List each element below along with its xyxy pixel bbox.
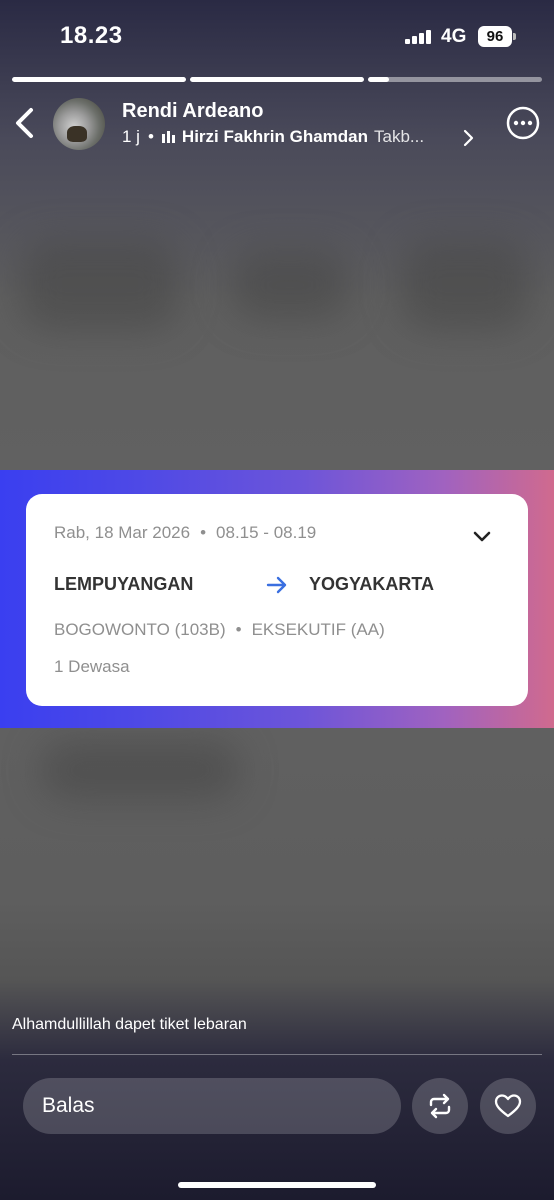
ticket-time: 08.15 - 08.19 [216, 523, 317, 542]
blurred-background [400, 240, 530, 330]
train-separator: • [235, 620, 242, 639]
date-separator: • [200, 523, 207, 542]
story-caption: Alhamdullillah dapet tiket lebaran [12, 1016, 247, 1033]
status-time: 18.23 [60, 22, 123, 49]
meta-separator: • [147, 127, 154, 146]
network-type: 4G [441, 26, 467, 47]
battery-tip [513, 33, 516, 40]
status-bar: 18.23 4G 96 [0, 0, 554, 70]
reply-input[interactable] [23, 1078, 401, 1134]
story-progress-fill [190, 77, 364, 82]
story-progress-2 [190, 77, 364, 82]
story-screen: 18.23 4G 96 Rendi Ardeano 1 j • Hirzi Fakh… [0, 0, 554, 1200]
blurred-background [20, 240, 180, 330]
ticket-train-info: BOGOWONTO (103B) • EKSEKUTIF (AA) [54, 620, 385, 640]
story-progress-fill [12, 77, 186, 82]
audio-bars-icon [161, 131, 175, 143]
home-indicator[interactable] [178, 1182, 376, 1188]
blurred-background [230, 250, 350, 320]
battery-icon: 96 [478, 26, 512, 47]
chevron-right-icon[interactable] [462, 128, 476, 148]
blurred-background [40, 740, 240, 800]
repost-button[interactable] [412, 1078, 468, 1134]
ticket-passengers: 1 Dewasa [54, 657, 130, 676]
ticket-card: Rab, 18 Mar 2026 • 08.15 - 08.19 LEMPUYANG… [26, 494, 528, 706]
username[interactable]: Rendi Ardeano [122, 100, 264, 123]
story-meta[interactable]: 1 j • Hirzi Fakhrin Ghamdan Takb... [122, 127, 424, 147]
ticket-origin: LEMPUYANGAN [54, 574, 194, 594]
chevron-down-icon [473, 531, 491, 542]
ticket-date: Rab, 18 Mar 2026 [54, 523, 191, 542]
story-header: Rendi Ardeano 1 j • Hirzi Fakhrin Ghamdan T… [0, 92, 554, 162]
story-progress-1 [12, 77, 186, 82]
signal-icon [405, 28, 435, 44]
ticket-train: BOGOWONTO (103B) [54, 620, 226, 639]
story-progress-fill [368, 77, 389, 82]
repost-icon [429, 1093, 451, 1119]
song-artist: Hirzi Fakhrin Ghamdan [181, 127, 369, 146]
more-icon[interactable] [506, 106, 540, 140]
story-progress-3 [368, 77, 542, 82]
story-age: 1 j [122, 127, 140, 146]
arrow-right-icon [266, 576, 287, 594]
like-button[interactable] [480, 1078, 536, 1134]
divider [12, 1054, 542, 1055]
heart-icon [494, 1094, 522, 1118]
avatar[interactable] [53, 98, 105, 150]
ticket-destination: YOGYAKARTA [309, 574, 435, 594]
song-title: Takb... [374, 127, 425, 146]
ticket-date-time: Rab, 18 Mar 2026 • 08.15 - 08.19 [54, 523, 316, 543]
ticket-class: EKSEKUTIF (AA) [251, 620, 385, 639]
back-icon[interactable] [10, 106, 40, 140]
